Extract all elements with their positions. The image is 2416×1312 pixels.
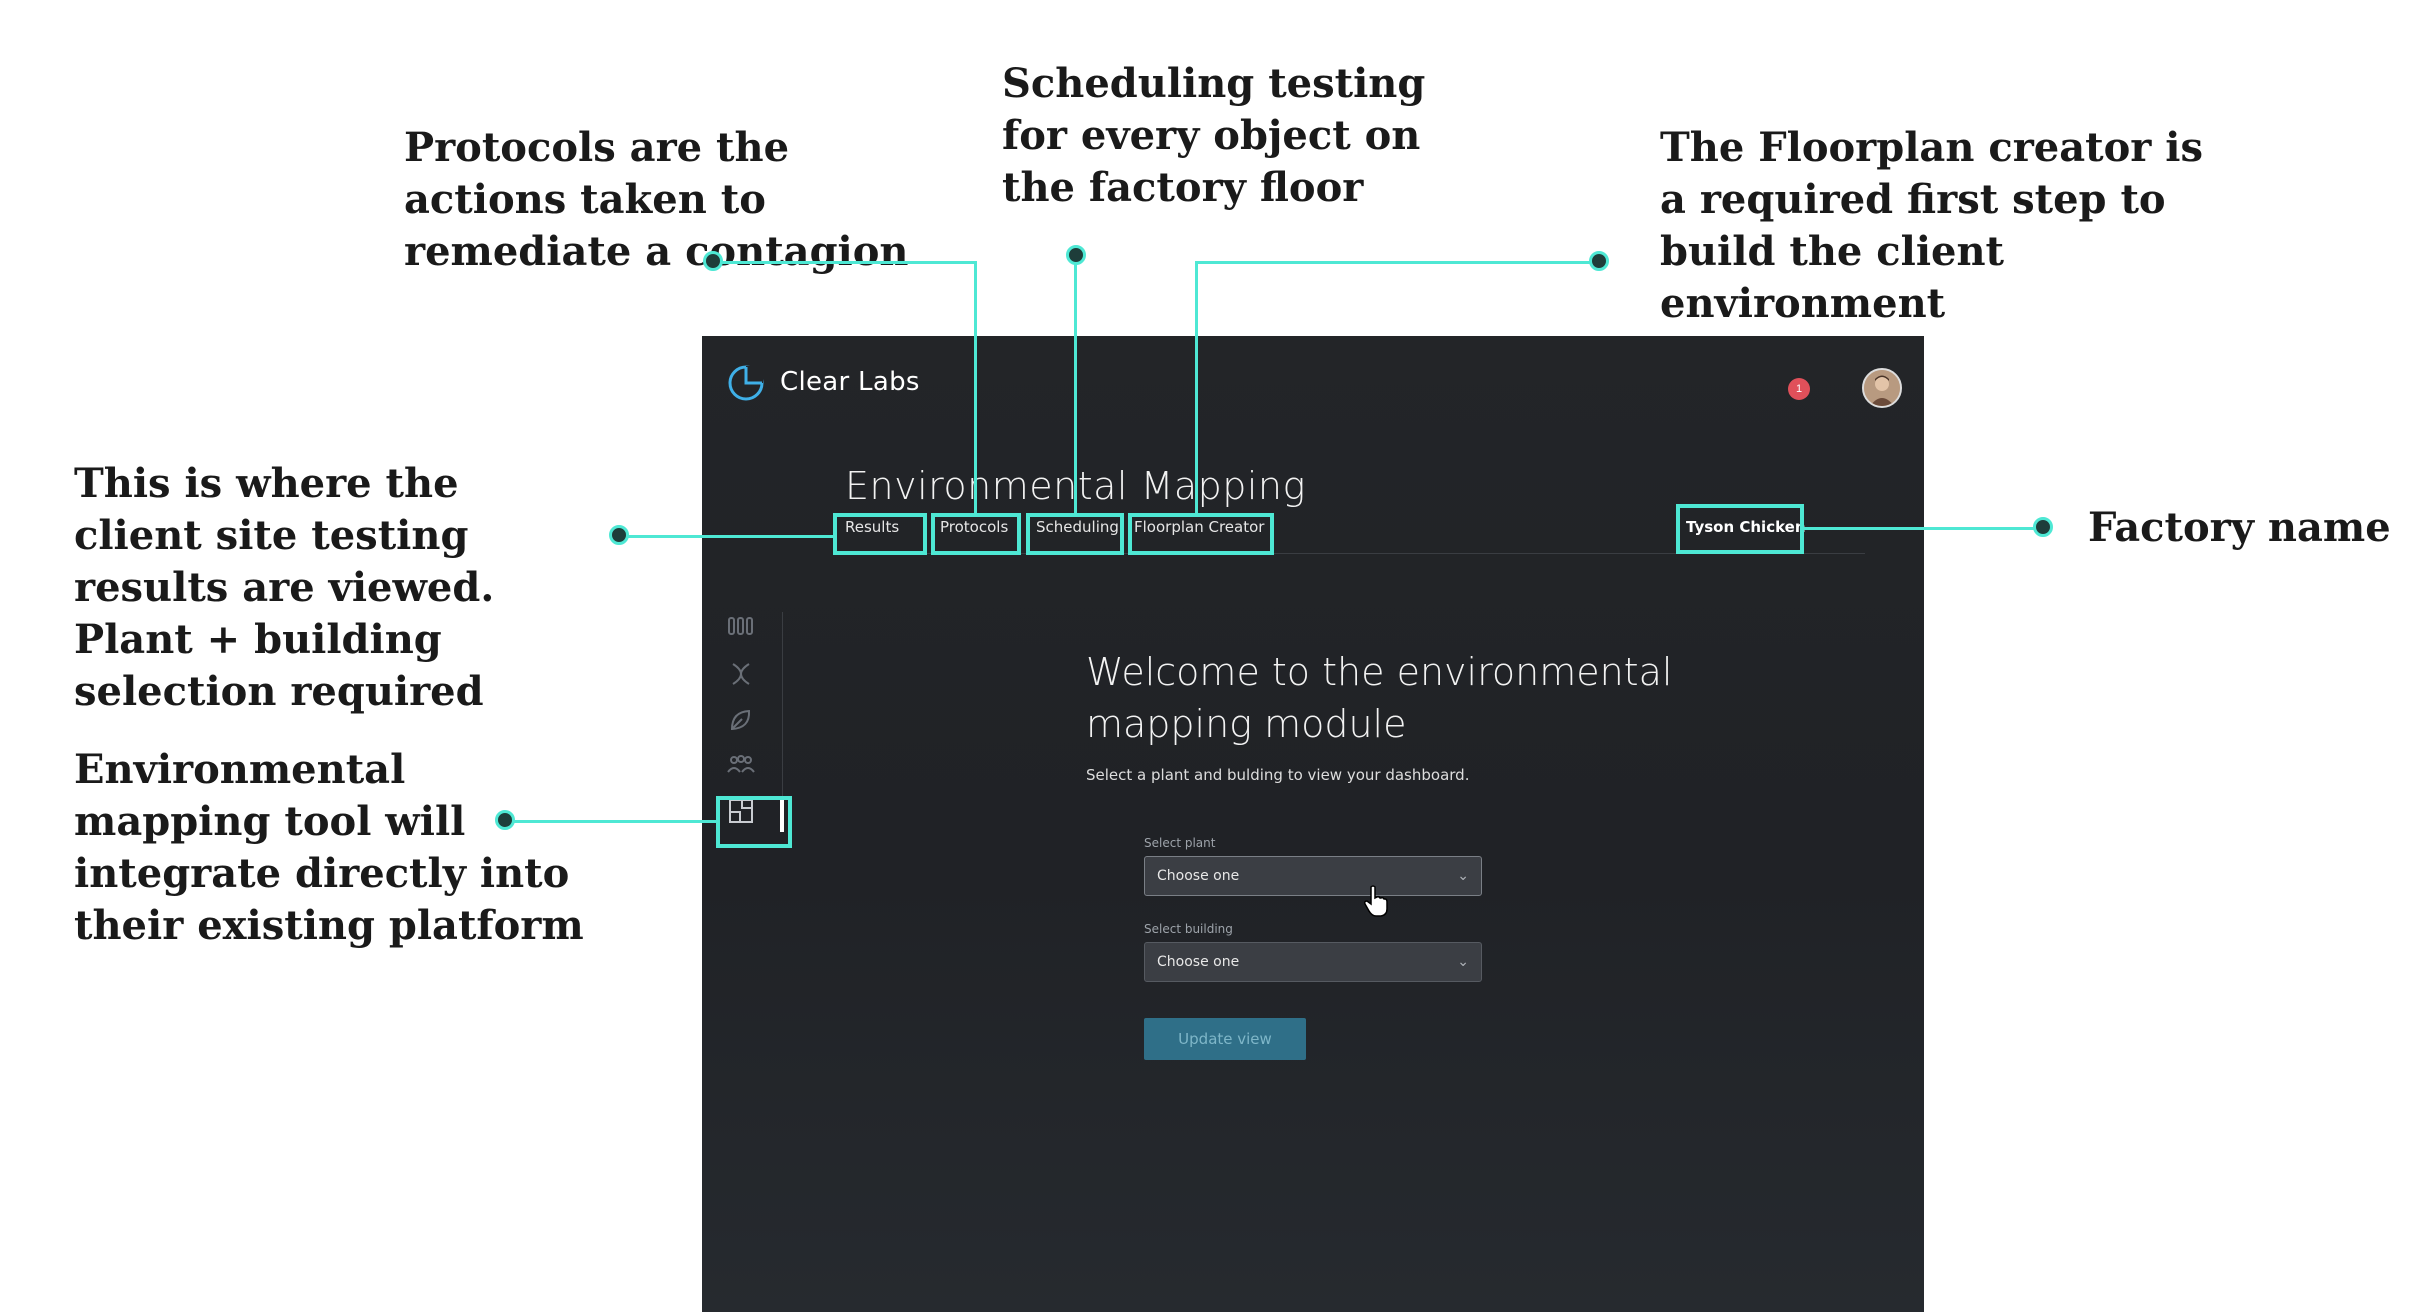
connector-dot-factory — [2033, 517, 2053, 537]
leaf-icon[interactable] — [726, 706, 756, 736]
connector-factory-h — [1802, 527, 2038, 530]
connector-dot-integration — [495, 810, 515, 830]
clear-labs-logo-icon — [728, 365, 764, 401]
highlight-results-tab — [833, 513, 927, 555]
annotation-factory: Factory name — [2088, 504, 2391, 551]
brand-name: Clear Labs — [780, 367, 920, 397]
highlight-floorplan-tab — [1128, 513, 1274, 555]
welcome-subtitle: Select a plant and bulding to view your … — [1086, 766, 1470, 784]
tubes-icon[interactable] — [726, 614, 756, 644]
highlight-factory-name — [1676, 504, 1804, 554]
annotation-integration: Environmental mapping tool will integrat… — [74, 746, 584, 949]
connector-dot-floorplan — [1589, 251, 1609, 271]
building-select[interactable]: Choose one ⌄ — [1144, 942, 1482, 982]
building-label: Select building — [1144, 922, 1233, 936]
connector-protocols-h — [714, 261, 977, 264]
team-icon[interactable] — [726, 752, 756, 782]
connector-results-h — [620, 535, 834, 538]
notification-badge[interactable]: 1 — [1788, 378, 1810, 400]
chevron-down-icon: ⌄ — [1457, 954, 1469, 970]
connector-scheduling-v — [1074, 256, 1077, 515]
brand-logo[interactable]: Clear Labs — [726, 362, 920, 402]
avatar[interactable] — [1862, 368, 1902, 408]
annotation-protocols: Protocols are the actions taken to remed… — [404, 124, 909, 275]
plant-select[interactable]: Choose one ⌄ — [1144, 856, 1482, 896]
update-view-button[interactable]: Update view — [1144, 1018, 1306, 1060]
plant-label: Select plant — [1144, 836, 1216, 850]
annotation-results: This is where the client site testing re… — [74, 460, 495, 715]
highlight-scheduling-tab — [1026, 513, 1124, 555]
highlight-protocols-tab — [931, 513, 1021, 555]
connector-dot-protocols — [703, 251, 723, 271]
connector-floorplan-v — [1195, 261, 1198, 515]
connector-protocols-v — [974, 261, 977, 515]
connector-dot-scheduling — [1066, 245, 1086, 265]
hand-cursor-icon — [1364, 885, 1388, 917]
building-select-value: Choose one — [1157, 954, 1240, 970]
highlight-floorplan-sidebar — [716, 796, 792, 848]
connector-integration-h — [506, 820, 718, 823]
plant-select-value: Choose one — [1157, 868, 1240, 884]
user-avatar-icon — [1864, 370, 1900, 406]
chevron-down-icon: ⌄ — [1457, 868, 1469, 884]
sidebar-divider — [782, 612, 783, 822]
annotation-scheduling: Scheduling testing for every object on t… — [1002, 60, 1426, 211]
annotation-floorplan: The Floorplan creator is a required firs… — [1660, 124, 2204, 327]
dna-icon[interactable] — [726, 660, 756, 690]
welcome-heading: Welcome to the environmental mapping mod… — [1086, 650, 1673, 746]
connector-floorplan-h — [1195, 261, 1599, 264]
connector-dot-results — [609, 525, 629, 545]
app-window: Clear Labs 1 Environmental Mapping Resul… — [702, 336, 1924, 1312]
